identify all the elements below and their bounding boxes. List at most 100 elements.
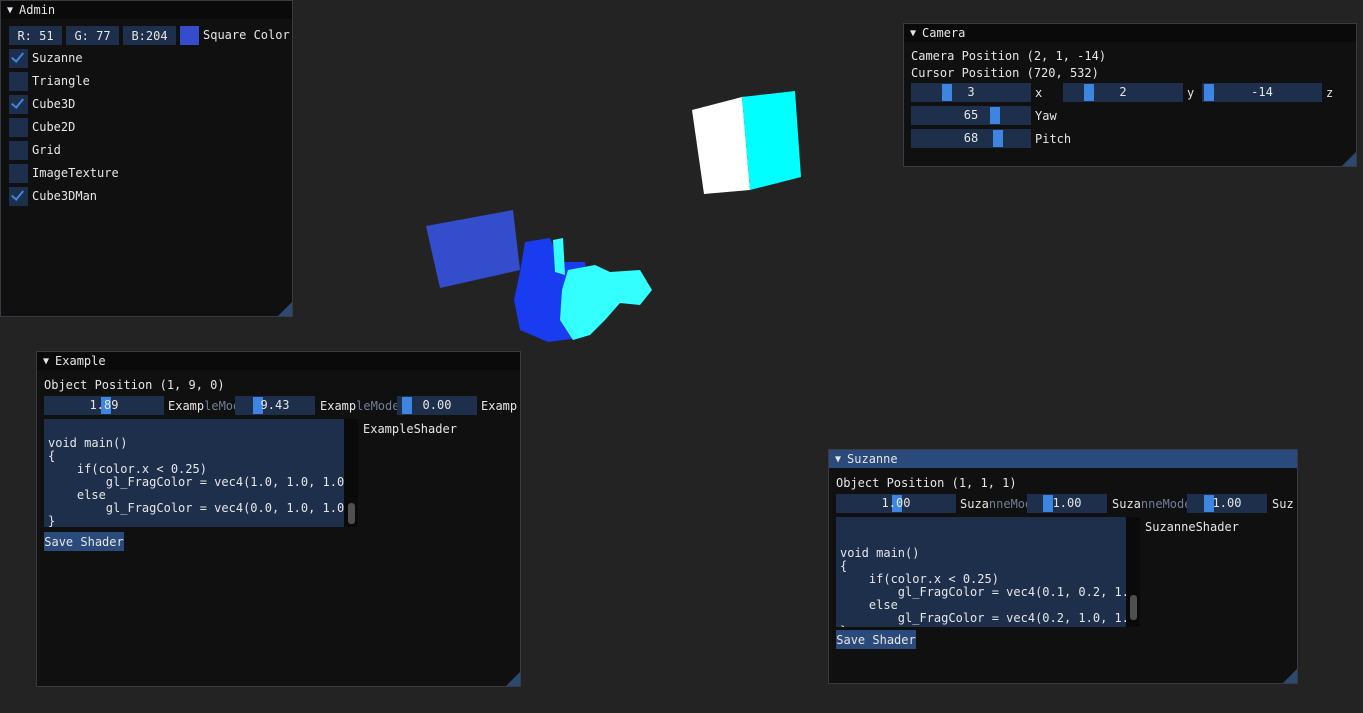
collapse-arrow-icon[interactable]: ▼ (43, 356, 49, 367)
camera-yaw-slider[interactable]: 65 (911, 106, 1031, 125)
example-model-z-slider[interactable]: 0.00 (397, 396, 477, 415)
code-scrollbar[interactable] (1126, 517, 1140, 627)
example-model-y-slider[interactable]: 9.43 (235, 396, 315, 415)
camera-x-label: x (1035, 86, 1043, 100)
code-line: gl_FragColor = vec4(0.2, 1.0, 1.0 (840, 611, 1126, 625)
suzanne-title: Suzanne (847, 452, 898, 466)
checkbox-triangle[interactable] (9, 72, 28, 91)
camera-z-slider[interactable]: -14 (1202, 83, 1322, 102)
green-value-field[interactable]: G: 77 (66, 26, 119, 45)
checkbox-label: Cube2D (32, 120, 76, 134)
camera-y-slider[interactable]: 2 (1063, 83, 1183, 102)
suzanne-model-y-slider[interactable]: 1.00 (1027, 494, 1107, 513)
checkbox-imagetexture[interactable] (9, 164, 28, 183)
red-value-label: R: 51 (17, 28, 54, 43)
suzanne-model-z-slider[interactable]: 1.00 (1187, 494, 1267, 513)
admin-window[interactable]: ▼ Admin R: 51 G: 77 B:204 Square Color S… (0, 0, 293, 317)
resize-grip[interactable] (278, 302, 292, 316)
suzanne-window[interactable]: ▼ Suzanne Object Position (1, 1, 1) 1.00… (828, 449, 1298, 684)
checkbox-label: Cube3DMan (32, 189, 98, 203)
square-color-swatch[interactable] (180, 26, 199, 45)
blue-value-label: B:204 (131, 28, 168, 43)
camera-z-value: -14 (1251, 85, 1273, 99)
save-shader-label: Save Shader (836, 632, 916, 647)
object-position-text: Object Position (1, 1, 1) (836, 476, 1017, 490)
save-shader-button[interactable]: Save Shader (44, 532, 124, 551)
code-line: void main() (840, 546, 920, 560)
suzanne-model-y-label: SuzanneModel (1112, 497, 1199, 511)
camera-position-text: Camera Position (2, 1, -14) (911, 49, 1107, 63)
example-model-x-label-prefix: Examp (168, 399, 205, 413)
object-position-text: Object Position (1, 9, 0) (44, 378, 225, 392)
save-shader-label: Save Shader (44, 534, 124, 549)
suzanne-model-y-value: 1.00 (1052, 496, 1082, 510)
checkbox-suzanne[interactable] (9, 49, 28, 68)
resize-grip[interactable] (1342, 152, 1356, 166)
camera-pitch-value: 68 (963, 131, 979, 145)
checkbox-cube3d[interactable] (9, 95, 28, 114)
checkbox-label: Triangle (32, 74, 90, 88)
blue-value-field[interactable]: B:204 (123, 26, 176, 45)
camera-pitch-slider[interactable]: 68 (911, 129, 1031, 148)
green-value-label: G: 77 (74, 28, 111, 43)
camera-title: Camera (922, 26, 966, 40)
example-window[interactable]: ▼ Example Object Position (1, 9, 0) 1.89… (36, 351, 521, 687)
collapse-arrow-icon[interactable]: ▼ (910, 28, 916, 39)
save-shader-button[interactable]: Save Shader (836, 630, 916, 649)
suzanne-model-y-label-prefix: Suza (1112, 497, 1141, 511)
checkbox-cube3dman[interactable] (9, 187, 28, 206)
example-model-z-label: Examp (481, 399, 518, 413)
camera-pitch-label: Pitch (1035, 132, 1072, 146)
example-model-y-label-prefix: Examp (320, 399, 357, 413)
shader-code-editor[interactable]: void main(){ if(color.x < 0.25) gl_FragC… (836, 517, 1126, 627)
checkbox-label: Cube3D (32, 97, 76, 111)
checkbox-label: Grid (32, 143, 61, 157)
checkbox-grid[interactable] (9, 141, 28, 160)
collapse-arrow-icon[interactable]: ▼ (835, 454, 841, 465)
camera-x-value: 3 (967, 85, 975, 99)
camera-x-slider[interactable]: 3 (911, 83, 1031, 102)
shader-code-editor[interactable]: void main(){ if(color.x < 0.25) gl_FragC… (44, 419, 344, 527)
code-line: } (48, 514, 56, 528)
suzanne-model-x-slider[interactable]: 1.00 (836, 494, 956, 513)
example-title: Example (55, 354, 106, 368)
resize-grip[interactable] (506, 672, 520, 686)
cube3d-object (692, 91, 801, 194)
code-line: void main() (48, 436, 128, 450)
example-model-z-value: 0.00 (422, 398, 452, 412)
camera-y-value: 2 (1119, 85, 1127, 99)
suzanne-model-z-value: 1.00 (1212, 496, 1242, 510)
example-model-x-slider[interactable]: 1.89 (44, 396, 164, 415)
camera-window[interactable]: ▼ Camera Camera Position (2, 1, -14) Cur… (903, 23, 1357, 167)
camera-yaw-value: 65 (963, 108, 979, 122)
admin-titlebar[interactable]: ▼ Admin (1, 1, 292, 19)
admin-title: Admin (19, 3, 56, 17)
code-line: } (840, 625, 1122, 628)
code-scrollbar[interactable] (344, 419, 358, 527)
code-line: gl_FragColor = vec4(0.0, 1.0, 1.0, (48, 501, 344, 515)
suzanne-object (514, 238, 652, 342)
camera-z-label: z (1326, 86, 1334, 100)
resize-grip[interactable] (1283, 669, 1297, 683)
camera-yaw-label: Yaw (1035, 109, 1057, 123)
camera-y-label: y (1187, 86, 1195, 100)
shader-name-label: SuzanneShader (1145, 520, 1239, 534)
example-model-x-value: 1.89 (89, 398, 119, 412)
cursor-position-text: Cursor Position (720, 532) (911, 66, 1099, 80)
example-titlebar[interactable]: ▼ Example (37, 352, 520, 370)
checkmark-icon (10, 49, 25, 63)
checkmark-icon (10, 95, 25, 109)
suzanne-titlebar[interactable]: ▼ Suzanne (829, 450, 1297, 468)
checkbox-cube2d[interactable] (9, 118, 28, 137)
cube3dman-object (426, 210, 520, 288)
collapse-arrow-icon[interactable]: ▼ (7, 5, 13, 16)
checkmark-icon (10, 187, 25, 201)
example-model-y-value: 9.43 (260, 398, 290, 412)
suzanne-model-x-label-prefix: Suza (960, 497, 989, 511)
square-color-label: Square Color (203, 28, 290, 42)
red-value-field[interactable]: R: 51 (9, 26, 62, 45)
suzanne-model-x-value: 1.00 (881, 496, 911, 510)
example-model-y-label: ExampleModel (320, 399, 407, 413)
camera-titlebar[interactable]: ▼ Camera (904, 24, 1356, 42)
shader-name-label: ExampleShader (363, 422, 457, 436)
